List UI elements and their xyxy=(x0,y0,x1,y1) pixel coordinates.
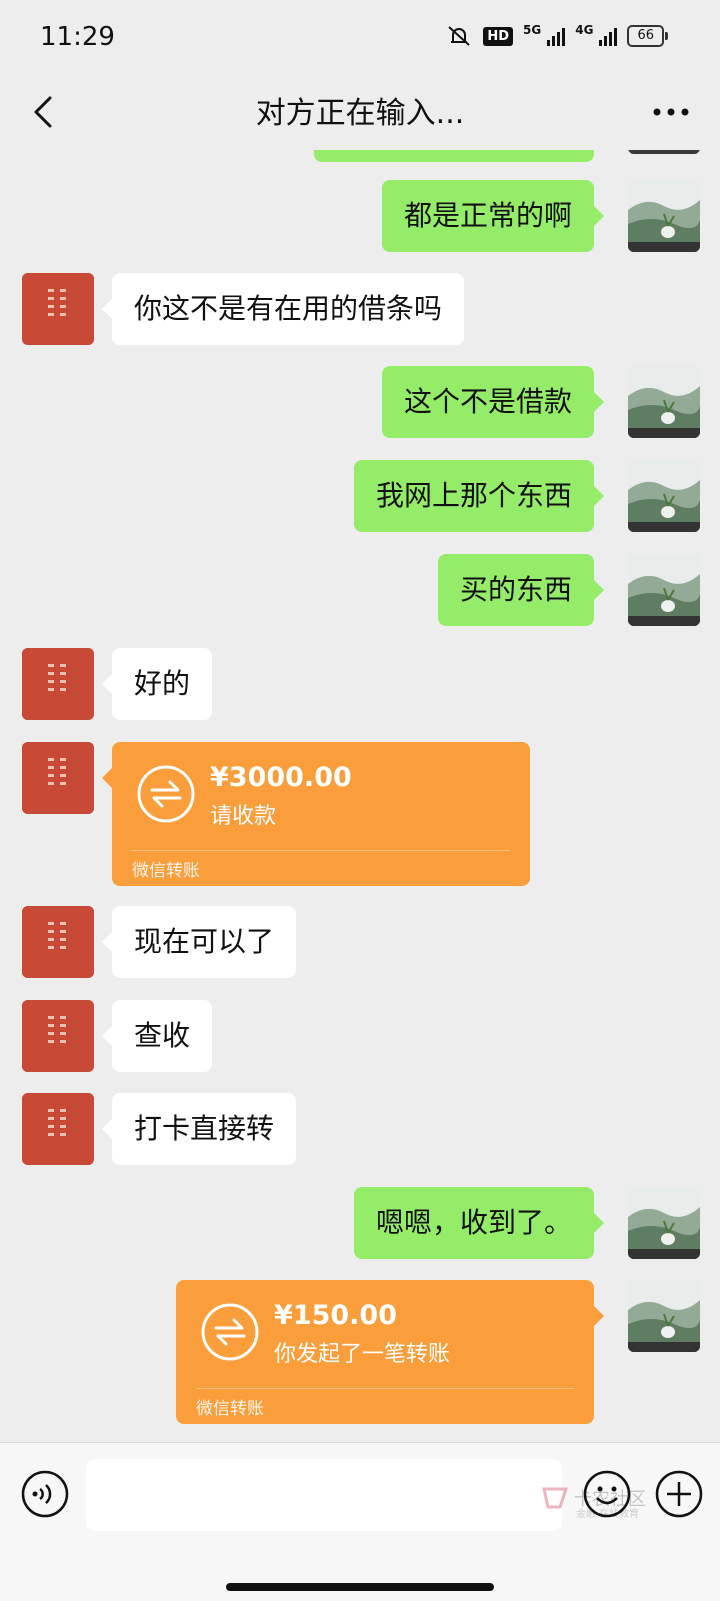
contact-avatar[interactable] xyxy=(22,273,94,345)
network-5g-label: 5G xyxy=(523,23,542,37)
contact-avatar[interactable] xyxy=(22,1000,94,1072)
transfer-amount: ¥150.00 xyxy=(274,1300,397,1331)
input-bar: 卡农社区 金融·在线教育 xyxy=(0,1442,720,1601)
battery-indicator: 66 xyxy=(627,25,668,47)
self-avatar[interactable] xyxy=(628,460,700,532)
transfer-divider xyxy=(132,850,510,851)
message-bubble-other[interactable]: 打卡直接转 xyxy=(101,1093,297,1165)
watermark-icon xyxy=(542,1487,569,1509)
chat-title: 对方正在输入... xyxy=(255,96,465,131)
message-bubble-partial[interactable] xyxy=(314,150,594,162)
transfer-footer: 微信转账 xyxy=(196,1399,264,1419)
transfer-description: 你发起了一笔转账 xyxy=(274,1342,451,1367)
self-avatar[interactable] xyxy=(628,1280,700,1352)
network-4g-label: 4G xyxy=(575,23,594,37)
voice-input-icon[interactable] xyxy=(20,1469,70,1519)
self-avatar[interactable] xyxy=(628,150,700,154)
self-avatar[interactable] xyxy=(628,1187,700,1259)
contact-avatar[interactable] xyxy=(22,742,94,814)
signal-icon-2 xyxy=(599,26,618,46)
signal-icon xyxy=(547,26,566,46)
message-bubble-other[interactable]: 现在可以了 xyxy=(101,906,297,978)
add-more-icon[interactable] xyxy=(654,1469,704,1519)
transfer-icon xyxy=(137,765,195,823)
message-bubble-other[interactable]: 好的 xyxy=(101,648,213,720)
contact-avatar[interactable] xyxy=(22,906,94,978)
transfer-amount: ¥3000.00 xyxy=(210,762,352,793)
status-icons: HD 5G 4G 66 xyxy=(445,23,668,48)
self-avatar[interactable] xyxy=(628,180,700,252)
contact-avatar[interactable] xyxy=(22,648,94,720)
message-input[interactable] xyxy=(86,1459,562,1531)
message-bubble-self[interactable]: 买的东西 xyxy=(437,554,605,626)
message-bubble-self[interactable]: 都是正常的啊 xyxy=(381,180,605,252)
message-list[interactable]: 都是正常的啊 你这不是有在用的借条吗 这个不是借款 我网上那个东西 买的东西 好… xyxy=(0,150,720,1440)
chat-header: 对方正在输入... xyxy=(0,78,720,150)
transfer-icon xyxy=(201,1303,259,1361)
message-bubble-other[interactable]: 查收 xyxy=(101,1000,213,1072)
status-bar: 11:29 HD 5G 4G 66 xyxy=(0,0,720,78)
self-avatar[interactable] xyxy=(628,366,700,438)
hd-badge: HD xyxy=(483,26,514,46)
message-bubble-self[interactable]: 我网上那个东西 xyxy=(353,460,605,532)
transfer-footer: 微信转账 xyxy=(132,861,200,881)
transfer-card-received[interactable]: ¥3000.00 请收款 微信转账 xyxy=(102,742,530,886)
contact-avatar[interactable] xyxy=(22,1093,94,1165)
message-bubble-self[interactable]: 嗯嗯，收到了。 xyxy=(353,1187,605,1259)
message-bubble-self[interactable]: 这个不是借款 xyxy=(381,366,605,438)
message-bubble-other[interactable]: 你这不是有在用的借条吗 xyxy=(101,273,465,345)
more-options-icon[interactable] xyxy=(648,90,694,134)
transfer-description: 请收款 xyxy=(210,804,277,829)
self-avatar[interactable] xyxy=(628,554,700,626)
home-indicator[interactable] xyxy=(226,1583,494,1591)
status-time: 11:29 xyxy=(40,22,115,52)
mute-icon xyxy=(448,26,471,46)
transfer-divider xyxy=(196,1388,574,1389)
transfer-card-sent[interactable]: ¥150.00 你发起了一笔转账 微信转账 xyxy=(176,1280,604,1424)
emoji-icon[interactable] xyxy=(582,1469,632,1519)
